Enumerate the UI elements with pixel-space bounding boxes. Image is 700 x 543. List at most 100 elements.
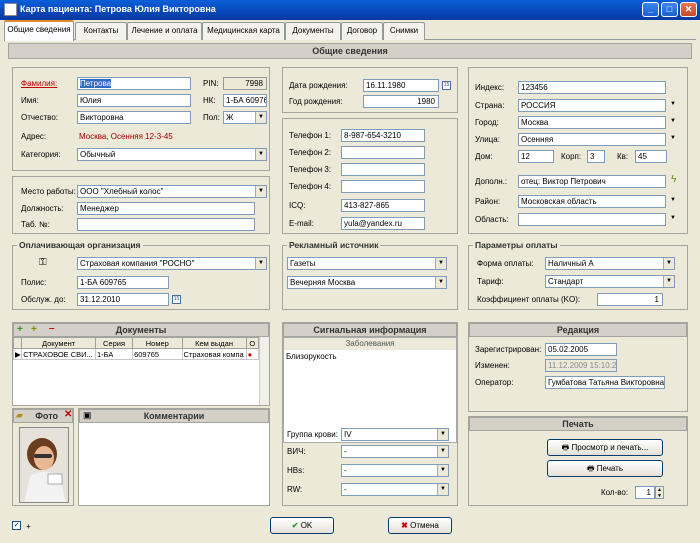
chevron-down-icon: ▼ bbox=[437, 446, 448, 457]
maximize-button[interactable]: □ bbox=[661, 2, 678, 17]
phone2-label: Телефон 2: bbox=[289, 148, 332, 157]
add-icon[interactable]: + bbox=[17, 324, 23, 335]
print-button[interactable]: 🖶 Печать bbox=[547, 460, 663, 477]
copies-field[interactable]: 1 bbox=[635, 486, 655, 499]
ad-source-select-1[interactable]: Газеты ▼ bbox=[287, 257, 447, 270]
lightning-icon[interactable]: ϟ bbox=[671, 174, 676, 185]
ok-button[interactable]: ✔ OK bbox=[270, 517, 334, 534]
nk-field[interactable]: 1-БА 609765 bbox=[223, 94, 267, 107]
chevron-down-icon[interactable]: ▼ bbox=[670, 135, 676, 141]
signal-panel: Сигнальная информация Заболевания Близор… bbox=[282, 322, 458, 506]
coef-field[interactable]: 1 bbox=[597, 293, 663, 306]
ad-source-1-value: Газеты bbox=[290, 259, 316, 268]
hiv-label: ВИЧ: bbox=[287, 447, 306, 456]
calendar-icon[interactable]: 15 bbox=[172, 295, 181, 304]
hiv-select[interactable]: - ▼ bbox=[341, 445, 449, 458]
category-select[interactable]: Обычный ▼ bbox=[77, 148, 267, 161]
tab-number-label: Таб. №: bbox=[21, 220, 50, 229]
changed-field: 11.12.2009 15:10:29 bbox=[545, 359, 617, 372]
service-until-field[interactable]: 31.12.2010 bbox=[77, 293, 169, 306]
patronymic-field[interactable]: Викторовна bbox=[77, 111, 191, 124]
pin-field: 7998 bbox=[223, 77, 267, 90]
patient-photo-image bbox=[20, 428, 68, 502]
column-header[interactable]: Документ bbox=[21, 337, 96, 349]
cross-icon: ✖ bbox=[401, 521, 408, 530]
preview-print-button[interactable]: 🖶 Просмотр и печать... bbox=[547, 439, 663, 456]
region-field[interactable]: Московская область bbox=[518, 195, 666, 208]
folder-icon[interactable]: ▰ bbox=[16, 410, 23, 421]
chevron-down-icon[interactable]: ▼ bbox=[670, 101, 676, 107]
delete-icon[interactable]: – bbox=[49, 323, 55, 334]
birth-year-field[interactable]: 1980 bbox=[363, 95, 439, 108]
house-field[interactable]: 12 bbox=[518, 150, 554, 163]
country-field[interactable]: РОССИЯ bbox=[518, 99, 666, 112]
copies-spinner[interactable]: ▲ ▼ bbox=[655, 486, 664, 499]
calendar-icon[interactable]: 15 bbox=[442, 81, 451, 90]
phone2-field[interactable] bbox=[341, 146, 425, 159]
email-field[interactable]: yula@yandex.ru bbox=[341, 217, 425, 230]
pay-form-select[interactable]: Наличный А ▼ bbox=[545, 257, 675, 270]
payer-org-select[interactable]: Страховая компания "РОСНО" ▼ bbox=[77, 257, 267, 270]
korp-field[interactable]: 3 bbox=[587, 150, 605, 163]
oblast-field[interactable] bbox=[518, 213, 666, 226]
name-field[interactable]: Юлия bbox=[77, 94, 191, 107]
birth-date-field[interactable]: 16.11.1980 bbox=[363, 79, 439, 92]
email-label: E-mail: bbox=[289, 219, 314, 228]
tab-documents[interactable]: Документы bbox=[285, 22, 341, 40]
tab-medical-card[interactable]: Медицинская карта bbox=[202, 22, 285, 40]
cancel-button[interactable]: ✖ Отмена bbox=[388, 517, 452, 534]
city-field[interactable]: Москва bbox=[518, 116, 666, 129]
workplace-label: Место работы: bbox=[21, 187, 76, 196]
phone1-field[interactable]: 8-987-654-3210 bbox=[341, 129, 425, 142]
column-header[interactable]: Кем выдан bbox=[181, 337, 247, 349]
extra-field[interactable]: отец: Виктор Петрович bbox=[518, 175, 666, 188]
hbs-select[interactable]: - ▼ bbox=[341, 464, 449, 477]
policy-label: Полис: bbox=[21, 278, 47, 287]
close-button[interactable]: ✕ bbox=[680, 2, 697, 17]
chevron-down-icon[interactable]: ▼ bbox=[670, 197, 676, 203]
edit-icon[interactable]: + bbox=[31, 324, 37, 335]
blood-value: IV bbox=[344, 430, 352, 439]
chevron-down-icon: ▼ bbox=[663, 276, 674, 287]
policy-field[interactable]: 1-БА 609765 bbox=[77, 276, 169, 289]
pay-params-title: Параметры оплаты bbox=[473, 240, 560, 250]
blood-select[interactable]: IV ▼ bbox=[341, 428, 449, 441]
phone3-field[interactable] bbox=[341, 163, 425, 176]
tab-treatment-payment[interactable]: Лечение и оплата bbox=[127, 22, 202, 40]
surname-field[interactable]: Петрова bbox=[77, 77, 191, 90]
pin-label: PIN: bbox=[203, 79, 219, 88]
rw-select[interactable]: - ▼ bbox=[341, 483, 449, 496]
tab-contract[interactable]: Договор bbox=[341, 22, 383, 40]
comments-textarea[interactable] bbox=[81, 425, 267, 503]
column-header[interactable]: Серия bbox=[94, 337, 134, 349]
workplace-select[interactable]: ООО "Хлебный колос" ▼ bbox=[77, 185, 267, 198]
tab-contacts[interactable]: Контакты bbox=[75, 22, 127, 40]
scrollbar[interactable] bbox=[259, 337, 269, 405]
tab-images[interactable]: Снимки bbox=[383, 22, 425, 40]
minimize-button[interactable]: _ bbox=[642, 2, 659, 17]
position-field[interactable]: Менеджер bbox=[77, 202, 255, 215]
nk-label: НК: bbox=[203, 96, 216, 105]
sex-select[interactable]: Ж ▼ bbox=[223, 111, 267, 124]
index-field[interactable]: 123456 bbox=[518, 81, 666, 94]
chevron-down-icon[interactable]: ▼ bbox=[670, 215, 676, 221]
tab-number-field[interactable] bbox=[77, 218, 255, 231]
table-row[interactable]: ▶ СТРАХОВОЕ СВИ... 1-БА 609765 Страховая… bbox=[12, 348, 260, 360]
tariff-select[interactable]: Стандарт ▼ bbox=[545, 275, 675, 288]
street-field[interactable]: Осенняя bbox=[518, 133, 666, 146]
phone4-field[interactable] bbox=[341, 180, 425, 193]
column-header[interactable]: О bbox=[245, 337, 260, 349]
tab-general[interactable]: Общие сведения bbox=[4, 20, 74, 41]
column-header[interactable]: Номер bbox=[132, 337, 183, 349]
ad-source-select-2[interactable]: Вечерняя Москва ▼ bbox=[287, 276, 447, 289]
city-label: Город: bbox=[475, 118, 499, 127]
category-label: Категория: bbox=[21, 150, 61, 159]
flag-checkbox[interactable]: ✓ bbox=[12, 521, 21, 530]
save-icon[interactable]: ▣ bbox=[83, 410, 92, 421]
kv-field[interactable]: 45 bbox=[635, 150, 667, 163]
icq-field[interactable]: 413-827-865 bbox=[341, 199, 425, 212]
user-lock-icon[interactable]: ⚿ bbox=[39, 257, 47, 268]
chevron-down-icon[interactable]: ▼ bbox=[670, 118, 676, 124]
close-icon[interactable]: ✕ bbox=[64, 409, 72, 420]
row-marker-header bbox=[12, 337, 23, 349]
